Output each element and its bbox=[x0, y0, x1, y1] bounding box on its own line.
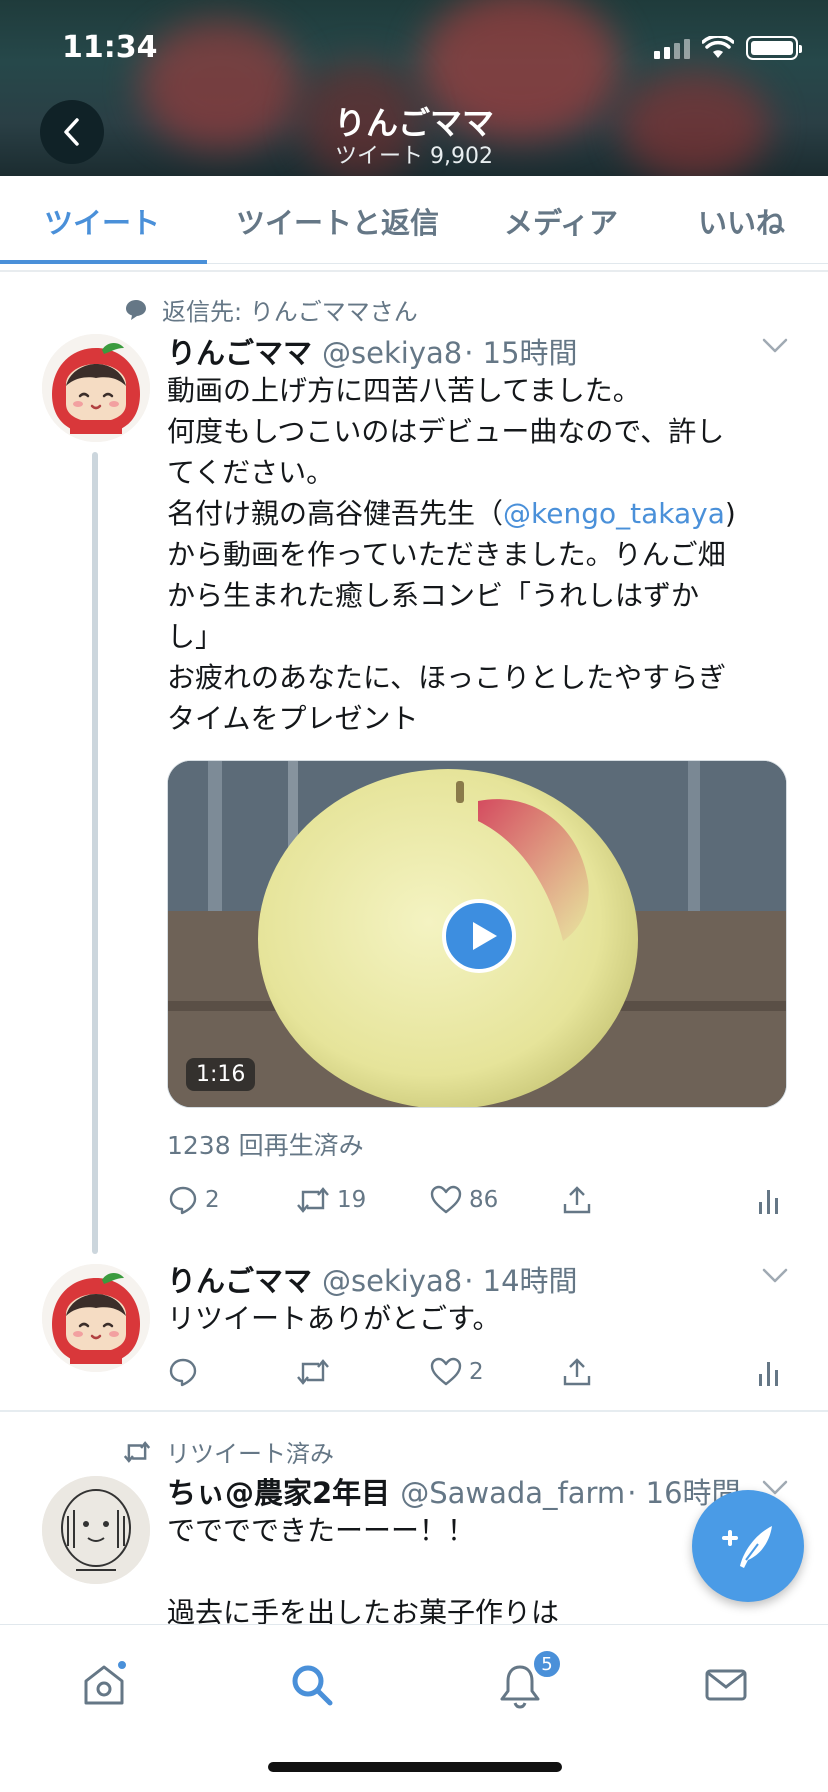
retweet-button[interactable]: 19 bbox=[295, 1184, 366, 1216]
tab-tweets[interactable]: ツイート bbox=[44, 200, 160, 242]
reply-icon bbox=[169, 1358, 197, 1387]
retweet-button[interactable] bbox=[295, 1356, 337, 1388]
share-button[interactable] bbox=[561, 1184, 593, 1216]
retweet-count: 19 bbox=[337, 1187, 367, 1213]
retweet-icon bbox=[297, 1359, 329, 1385]
tweet-time: · 15時間 bbox=[464, 336, 578, 370]
tweet-text-line: リツイートありがとごす。 bbox=[167, 1302, 501, 1335]
tweet-header: りんごママ @sekiya8 · 14時間 bbox=[167, 1258, 578, 1300]
tweet-actions: 2 19 86 bbox=[167, 1184, 787, 1224]
reply-button[interactable] bbox=[167, 1356, 205, 1388]
divider bbox=[0, 1410, 828, 1412]
like-count: 86 bbox=[469, 1187, 499, 1213]
analytics-button[interactable] bbox=[757, 1184, 781, 1216]
nav-notifications[interactable]: 5 bbox=[490, 1649, 562, 1715]
wifi-icon bbox=[702, 36, 734, 58]
video-player[interactable]: 1:16 bbox=[167, 760, 787, 1108]
mention-link[interactable]: @kengo_takaya bbox=[503, 497, 725, 530]
tweet-actions: 2 bbox=[167, 1356, 787, 1396]
tab-tweets-and-replies[interactable]: ツイートと返信 bbox=[236, 200, 439, 242]
reply-button[interactable]: 2 bbox=[167, 1184, 220, 1216]
tab-media[interactable]: メディア bbox=[504, 200, 618, 242]
share-icon bbox=[563, 1186, 591, 1214]
tweet-time: · 14時間 bbox=[464, 1264, 578, 1298]
share-icon bbox=[563, 1358, 591, 1386]
tab-likes[interactable]: いいね bbox=[698, 200, 785, 242]
profile-tabs: ツイート ツイートと返信 メディア いいね bbox=[0, 176, 828, 264]
tweet-count: ツイート 9,902 bbox=[335, 144, 493, 169]
profile-header: 11:34 りんごママ ツイート 9,902 bbox=[0, 0, 828, 176]
notifications-badge: 5 bbox=[532, 1649, 562, 1679]
tweet-body: リツイートありがとごす。 bbox=[167, 1298, 787, 1339]
tweet-text-line: し」 bbox=[167, 620, 224, 653]
compose-tweet-button[interactable] bbox=[692, 1490, 804, 1602]
user-handle[interactable]: @sekiya8 bbox=[322, 336, 462, 370]
nav-home[interactable] bbox=[74, 1655, 134, 1715]
like-button[interactable]: 2 bbox=[429, 1356, 484, 1388]
avatar[interactable] bbox=[42, 1476, 150, 1584]
reply-context-text: 返信先: りんごママさん bbox=[162, 298, 418, 326]
display-name[interactable]: りんごママ bbox=[167, 1258, 312, 1300]
heart-icon bbox=[430, 1357, 462, 1386]
tweet-header: ちぃ@農家2年目 @Sawada_farm · 16時間 bbox=[167, 1470, 741, 1512]
heart-icon bbox=[430, 1185, 462, 1214]
cellular-signal-icon bbox=[654, 37, 690, 59]
divider bbox=[0, 270, 828, 272]
compose-feather-icon bbox=[722, 1526, 772, 1568]
avatar[interactable] bbox=[42, 334, 150, 442]
chevron-down-icon[interactable] bbox=[762, 338, 788, 354]
tweet-text-segment: 名付け親の高谷健吾先生（ bbox=[167, 497, 504, 530]
nav-messages[interactable] bbox=[696, 1655, 756, 1715]
reply-context[interactable]: 返信先: りんごママさん bbox=[124, 292, 418, 327]
avatar[interactable] bbox=[42, 1264, 150, 1372]
tweet-text-line: から動画を作っていただきました。りんご畑 bbox=[167, 538, 726, 571]
nav-search[interactable] bbox=[282, 1655, 342, 1715]
tweet-body: 動画の上げ方に四苦八苦してました。 何度もしつこいのはデビュー曲なので、許し て… bbox=[167, 370, 787, 739]
tweet-text-segment: ) bbox=[724, 497, 736, 530]
new-content-dot bbox=[116, 1659, 128, 1671]
tweet-text-line: 過去に手を出したお菓子作りは bbox=[167, 1596, 560, 1624]
battery-icon bbox=[746, 36, 802, 60]
tweet-text-line: お疲れのあなたに、ほっこりとしたやすらぎ bbox=[167, 661, 727, 694]
active-tab-indicator bbox=[0, 260, 207, 264]
user-handle[interactable]: @Sawada_farm bbox=[400, 1476, 625, 1510]
user-handle[interactable]: @sekiya8 bbox=[322, 1264, 462, 1298]
tweet-text-line: 何度もしつこいのはデビュー曲なので、許し bbox=[167, 415, 725, 448]
speech-bubble-icon bbox=[126, 299, 146, 320]
tweet-text-line: タイムをプレゼント bbox=[167, 702, 419, 735]
retweet-context[interactable]: リツイート済み bbox=[122, 1434, 334, 1469]
chevron-down-icon[interactable] bbox=[762, 1268, 788, 1284]
tweet-text-line: てください。 bbox=[167, 456, 335, 489]
retweet-context-text: リツイート済み bbox=[166, 1440, 334, 1468]
reply-icon bbox=[169, 1186, 197, 1215]
reply-count: 2 bbox=[205, 1187, 220, 1213]
analytics-icon bbox=[759, 1190, 778, 1214]
tweet-text-line: から生まれた癒し系コンビ「うれしはずか bbox=[167, 579, 700, 612]
home-indicator[interactable] bbox=[268, 1762, 562, 1772]
retweet-icon bbox=[123, 1440, 151, 1463]
like-count: 2 bbox=[469, 1359, 484, 1385]
hand-drawn-avatar-icon bbox=[42, 1476, 150, 1584]
play-icon[interactable] bbox=[442, 899, 516, 973]
status-icons bbox=[654, 36, 802, 60]
display-name[interactable]: りんごママ bbox=[167, 330, 312, 372]
status-time: 11:34 bbox=[62, 30, 158, 65]
video-duration: 1:16 bbox=[186, 1058, 256, 1091]
apple-girl-avatar-icon bbox=[42, 334, 150, 442]
analytics-icon bbox=[759, 1362, 778, 1386]
thread-line bbox=[92, 452, 98, 1254]
tweet-text-line: 動画の上げ方に四苦八苦してました。 bbox=[167, 374, 641, 407]
retweet-icon bbox=[297, 1187, 329, 1213]
share-button[interactable] bbox=[561, 1356, 593, 1388]
view-count: 1238 回再生済み bbox=[167, 1131, 364, 1160]
display-name[interactable]: ちぃ@農家2年目 bbox=[167, 1470, 390, 1512]
like-button[interactable]: 86 bbox=[429, 1184, 498, 1216]
tweet-text-line: 名付け親の高谷健吾先生（@kengo_takaya) bbox=[167, 493, 787, 534]
search-icon bbox=[292, 1665, 333, 1706]
mail-icon bbox=[705, 1669, 747, 1701]
analytics-button[interactable] bbox=[757, 1356, 781, 1388]
apple-girl-avatar-icon bbox=[42, 1264, 150, 1372]
tweet-header: りんごママ @sekiya8 · 15時間 bbox=[167, 330, 578, 372]
